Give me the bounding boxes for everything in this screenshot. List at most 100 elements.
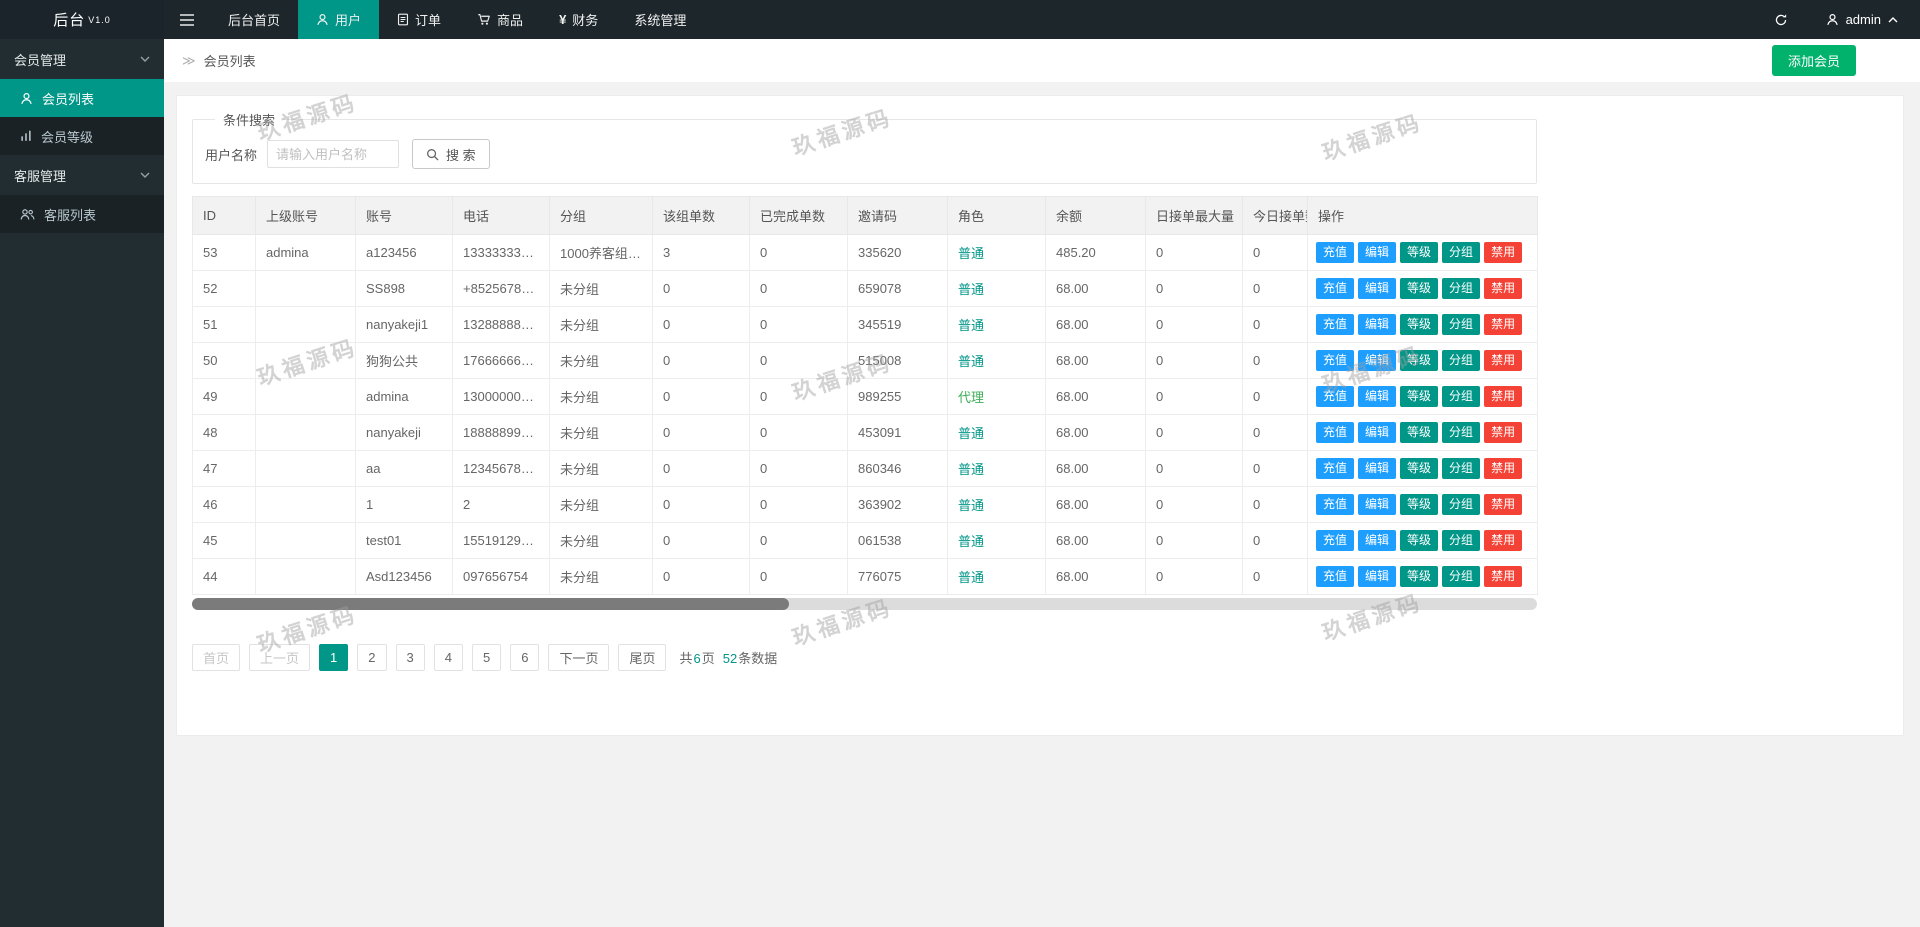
edit-button[interactable]: 编辑 bbox=[1358, 565, 1397, 588]
pagination-pages: 123456 bbox=[319, 644, 540, 671]
level-button[interactable]: 等级 bbox=[1400, 457, 1439, 480]
sidebar-item-0-0[interactable]: 会员列表 bbox=[0, 79, 164, 117]
edit-button[interactable]: 编辑 bbox=[1358, 277, 1397, 300]
last-page-button[interactable]: 尾页 bbox=[618, 644, 667, 671]
cell-id: 46 bbox=[192, 486, 256, 523]
recharge-button[interactable]: 充值 bbox=[1316, 529, 1355, 552]
table-row: 53 admina a123456 13333333333 1000养客组(多... 3 0… bbox=[192, 234, 1538, 271]
search-button[interactable]: 搜 索 bbox=[412, 139, 490, 169]
level-button[interactable]: 等级 bbox=[1400, 277, 1439, 300]
top-tab-2[interactable]: 订单 bbox=[379, 0, 459, 39]
column-header: 今日接单数 bbox=[1242, 196, 1308, 235]
cell-balance: 68.00 bbox=[1045, 486, 1146, 523]
sidebar-group-1[interactable]: 客服管理 bbox=[0, 155, 164, 195]
disable-button[interactable]: 禁用 bbox=[1484, 421, 1523, 444]
sidebar-item-label: 会员列表 bbox=[42, 91, 95, 107]
next-page-button[interactable]: 下一页 bbox=[548, 644, 610, 671]
disable-button[interactable]: 禁用 bbox=[1484, 493, 1523, 516]
cell-account: test01 bbox=[355, 522, 453, 559]
top-tab-3[interactable]: 商品 bbox=[459, 0, 541, 39]
page-button-2[interactable]: 2 bbox=[357, 644, 387, 671]
top-tab-5[interactable]: 系统管理 bbox=[616, 0, 704, 39]
prev-page-button[interactable]: 上一页 bbox=[249, 644, 311, 671]
group-button[interactable]: 分组 bbox=[1442, 457, 1481, 480]
page-button-5[interactable]: 5 bbox=[471, 644, 502, 671]
group-button[interactable]: 分组 bbox=[1442, 529, 1481, 552]
page-button-1[interactable]: 1 bbox=[319, 644, 349, 671]
username-input[interactable] bbox=[267, 140, 400, 168]
table-row: 49 admina 13000000000 未分组 0 0 989255 代理 68.00 0 0 充… bbox=[192, 378, 1538, 415]
edit-button[interactable]: 编辑 bbox=[1358, 385, 1397, 408]
edit-button[interactable]: 编辑 bbox=[1358, 241, 1397, 264]
level-button[interactable]: 等级 bbox=[1400, 313, 1439, 336]
level-button[interactable]: 等级 bbox=[1400, 529, 1439, 552]
recharge-button[interactable]: 充值 bbox=[1316, 277, 1355, 300]
cell-group_orders: 0 bbox=[652, 450, 750, 487]
disable-button[interactable]: 禁用 bbox=[1484, 529, 1523, 552]
recharge-button[interactable]: 充值 bbox=[1316, 241, 1355, 264]
recharge-button[interactable]: 充值 bbox=[1316, 349, 1355, 372]
menu-toggle-button[interactable] bbox=[164, 0, 210, 39]
edit-button[interactable]: 编辑 bbox=[1358, 421, 1397, 444]
level-button[interactable]: 等级 bbox=[1400, 241, 1439, 264]
cell-today_orders: 0 bbox=[1242, 306, 1308, 343]
add-member-button[interactable]: 添加会员 bbox=[1771, 45, 1856, 76]
recharge-button[interactable]: 充值 bbox=[1316, 565, 1355, 588]
page-button-4[interactable]: 4 bbox=[433, 644, 463, 671]
group-button[interactable]: 分组 bbox=[1442, 277, 1481, 300]
top-tab-0[interactable]: 后台首页 bbox=[210, 0, 298, 39]
level-button[interactable]: 等级 bbox=[1400, 349, 1439, 372]
disable-button[interactable]: 禁用 bbox=[1484, 385, 1523, 408]
horizontal-scrollbar[interactable] bbox=[192, 598, 1537, 610]
group-button[interactable]: 分组 bbox=[1442, 241, 1481, 264]
level-button[interactable]: 等级 bbox=[1400, 385, 1439, 408]
edit-button[interactable]: 编辑 bbox=[1358, 529, 1397, 552]
disable-button[interactable]: 禁用 bbox=[1484, 349, 1523, 372]
cell-today_orders: 0 bbox=[1242, 450, 1308, 487]
cell-completed_orders: 0 bbox=[749, 342, 848, 379]
recharge-button[interactable]: 充值 bbox=[1316, 385, 1355, 408]
disable-button[interactable]: 禁用 bbox=[1484, 241, 1523, 264]
cell-parent_account: admina bbox=[255, 234, 356, 271]
level-button[interactable]: 等级 bbox=[1400, 493, 1439, 516]
recharge-button[interactable]: 充值 bbox=[1316, 421, 1355, 444]
level-button[interactable]: 等级 bbox=[1400, 421, 1439, 444]
cell-invite_code: 363902 bbox=[847, 486, 948, 523]
disable-button[interactable]: 禁用 bbox=[1484, 565, 1523, 588]
disable-button[interactable]: 禁用 bbox=[1484, 277, 1523, 300]
group-button[interactable]: 分组 bbox=[1442, 349, 1481, 372]
refresh-button[interactable] bbox=[1758, 0, 1804, 39]
recharge-button[interactable]: 充值 bbox=[1316, 457, 1355, 480]
edit-button[interactable]: 编辑 bbox=[1358, 349, 1397, 372]
page-button-6[interactable]: 6 bbox=[510, 644, 540, 671]
sidebar-group-0[interactable]: 会员管理 bbox=[0, 39, 164, 79]
first-page-button[interactable]: 首页 bbox=[192, 644, 241, 671]
top-tab-4[interactable]: ¥ 财务 bbox=[541, 0, 616, 39]
group-button[interactable]: 分组 bbox=[1442, 565, 1481, 588]
sidebar-item-0-1[interactable]: 会员等级 bbox=[0, 117, 164, 155]
edit-button[interactable]: 编辑 bbox=[1358, 493, 1397, 516]
scrollbar-thumb[interactable] bbox=[192, 598, 789, 610]
edit-button[interactable]: 编辑 bbox=[1358, 313, 1397, 336]
disable-button[interactable]: 禁用 bbox=[1484, 457, 1523, 480]
cell-account: SS898 bbox=[355, 270, 453, 307]
group-button[interactable]: 分组 bbox=[1442, 385, 1481, 408]
top-tab-label: 商品 bbox=[497, 13, 524, 28]
group-button[interactable]: 分组 bbox=[1442, 421, 1481, 444]
edit-button[interactable]: 编辑 bbox=[1358, 457, 1397, 480]
disable-button[interactable]: 禁用 bbox=[1484, 313, 1523, 336]
cell-group: 未分组 bbox=[549, 270, 653, 307]
group-button[interactable]: 分组 bbox=[1442, 493, 1481, 516]
recharge-button[interactable]: 充值 bbox=[1316, 313, 1355, 336]
pagination-summary: 共6页 52条数据 bbox=[679, 648, 777, 667]
page-button-3[interactable]: 3 bbox=[395, 644, 425, 671]
role-badge: 普通 bbox=[958, 282, 985, 297]
recharge-button[interactable]: 充值 bbox=[1316, 493, 1355, 516]
cell-id: 50 bbox=[192, 342, 256, 379]
top-tab-1[interactable]: 用户 bbox=[298, 0, 380, 39]
group-button[interactable]: 分组 bbox=[1442, 313, 1481, 336]
user-menu[interactable]: admin bbox=[1804, 0, 1920, 39]
sidebar-item-1-0[interactable]: 客服列表 bbox=[0, 195, 164, 233]
person-icon bbox=[20, 92, 33, 105]
level-button[interactable]: 等级 bbox=[1400, 565, 1439, 588]
